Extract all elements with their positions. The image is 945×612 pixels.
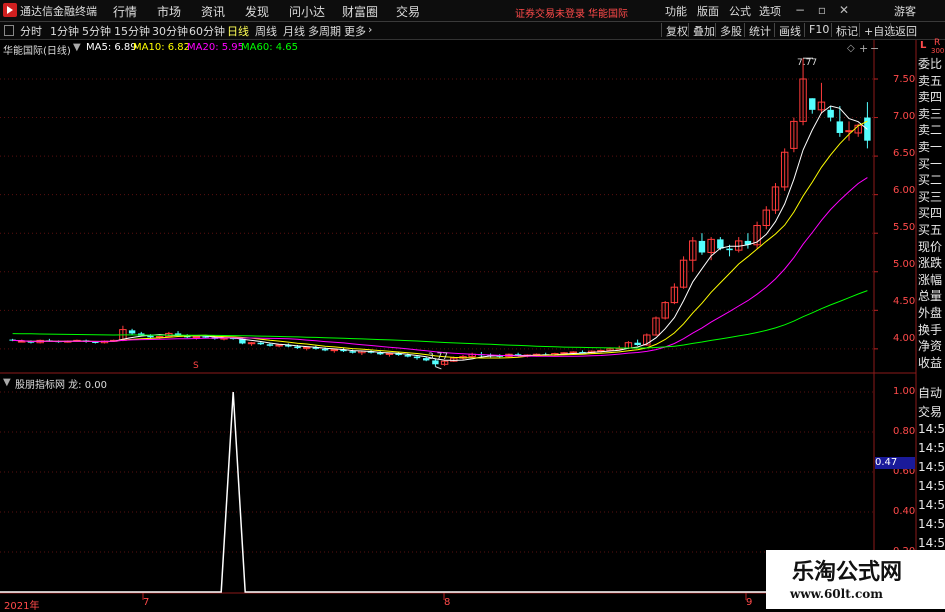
ma5-value: MA5: 6.89: [86, 42, 137, 53]
candle-body: [809, 98, 816, 110]
low-label: 3.77: [428, 352, 449, 362]
price-tick: 7.00: [893, 111, 916, 122]
watermark-url: www.60lt.com: [790, 587, 883, 601]
candle-body: [192, 336, 201, 339]
tick-time: 14:56: [918, 422, 945, 436]
quote-panel: 委比卖五卖四 卖三卖二卖一买一买二 买三买四买五现价涨跌 涨幅总量外盘换手净资 收益: [916, 55, 945, 375]
quote-label: 卖五: [918, 73, 943, 88]
quote-label: 换手: [918, 322, 943, 337]
price-tick: 6.00: [893, 185, 916, 196]
candle-body: [717, 239, 724, 249]
stock-title: 华能国际(日线): [3, 46, 71, 57]
high-label: 7.77: [797, 58, 818, 68]
quote-label: 涨幅: [918, 272, 943, 287]
date-tick: 8: [444, 597, 451, 608]
candle-body: [266, 344, 274, 346]
candle-body: [303, 346, 311, 349]
quote-label: 涨跌: [918, 256, 943, 271]
tick-time: 交易: [918, 405, 943, 419]
candle-body: [413, 356, 421, 359]
tick-time: 自动: [918, 386, 943, 400]
ind-tick: 0.80: [893, 426, 916, 437]
ma-dropdown-icon[interactable]: ▼: [73, 42, 81, 53]
quote-label: 卖四: [918, 90, 943, 105]
ma60-value: MA60: 4.65: [241, 42, 299, 53]
tick-time: 14:56: [918, 441, 945, 455]
zoom-out-icon[interactable]: −: [870, 42, 879, 55]
quote-label: 卖一: [918, 140, 943, 154]
zoom-in-icon[interactable]: +: [859, 42, 868, 55]
quote-label: 卖三: [918, 106, 943, 121]
candle-body: [827, 109, 834, 118]
low-pointer: [435, 366, 442, 370]
candle-body: [202, 336, 209, 338]
quote-label: 委比: [918, 57, 943, 71]
candle-body: [330, 349, 339, 352]
ind-tick: 1.00: [893, 386, 916, 397]
candle-body: [836, 121, 844, 133]
candle-body: [404, 355, 412, 357]
quote-label: 外盘: [918, 306, 943, 320]
indicator-title: 股朋指标网 龙: 0.00: [15, 380, 107, 391]
candle-body: [634, 342, 641, 346]
date-tick: 7: [143, 597, 150, 608]
candle-body: [247, 342, 256, 345]
signal-s-label: S: [193, 361, 199, 371]
candle-body: [845, 130, 853, 133]
tick-time: 14:56: [918, 479, 945, 493]
ind-tick: 0.40: [893, 506, 916, 517]
date-tick: 9: [746, 597, 753, 608]
price-tick: 4.50: [893, 296, 916, 307]
quote-label: 买一: [918, 156, 943, 171]
price-tick: 7.50: [893, 74, 916, 85]
candle-body: [349, 351, 356, 353]
crosshair-value-badge: 0.47: [875, 457, 915, 469]
quote-label: 净资: [918, 339, 943, 354]
candle-body: [569, 351, 577, 354]
ma20-value: MA20: 5.95: [187, 42, 245, 53]
side-num-label: 300: [931, 47, 945, 55]
price-tick: 5.00: [893, 259, 916, 270]
side-l-label: L: [920, 40, 927, 51]
price-tick: 6.50: [893, 148, 916, 159]
candle-body: [128, 330, 136, 334]
date-tick: 2021年: [4, 601, 40, 612]
quote-label: 卖二: [918, 123, 943, 138]
quote-label: 买四: [918, 206, 943, 221]
price-tick: 5.50: [893, 222, 916, 233]
watermark-box: 乐淘公式网 www.60lt.com: [766, 550, 945, 609]
candle-body: [385, 352, 394, 355]
ma20-line: [12, 177, 868, 357]
quote-label: 买二: [918, 173, 943, 188]
collapse-icon[interactable]: ◇: [847, 43, 855, 54]
quote-label: 现价: [918, 239, 943, 254]
quote-label: 总量: [918, 289, 943, 304]
quote-label: 买三: [918, 189, 943, 204]
indicator-dropdown-icon[interactable]: ▼: [3, 377, 11, 388]
price-tick: 4.00: [893, 333, 916, 344]
indicator-line: [0, 391, 874, 593]
tick-time: 14:56: [918, 460, 945, 474]
kline-chart[interactable]: [0, 0, 945, 609]
candle-body: [257, 342, 264, 345]
quote-label: 买五: [918, 223, 943, 237]
watermark-title: 乐淘公式网: [792, 559, 903, 585]
candle-body: [275, 344, 283, 347]
tick-time: 14:56: [918, 536, 945, 550]
candle-body: [726, 248, 733, 251]
quote-label: 收益: [918, 355, 943, 370]
tick-time: 14:56: [918, 517, 945, 531]
candle-body: [698, 240, 706, 253]
ma10-value: MA10: 6.82: [133, 42, 191, 53]
candle-body: [321, 348, 329, 351]
candle-body: [294, 346, 301, 349]
tick-time: 14:56: [918, 498, 945, 512]
